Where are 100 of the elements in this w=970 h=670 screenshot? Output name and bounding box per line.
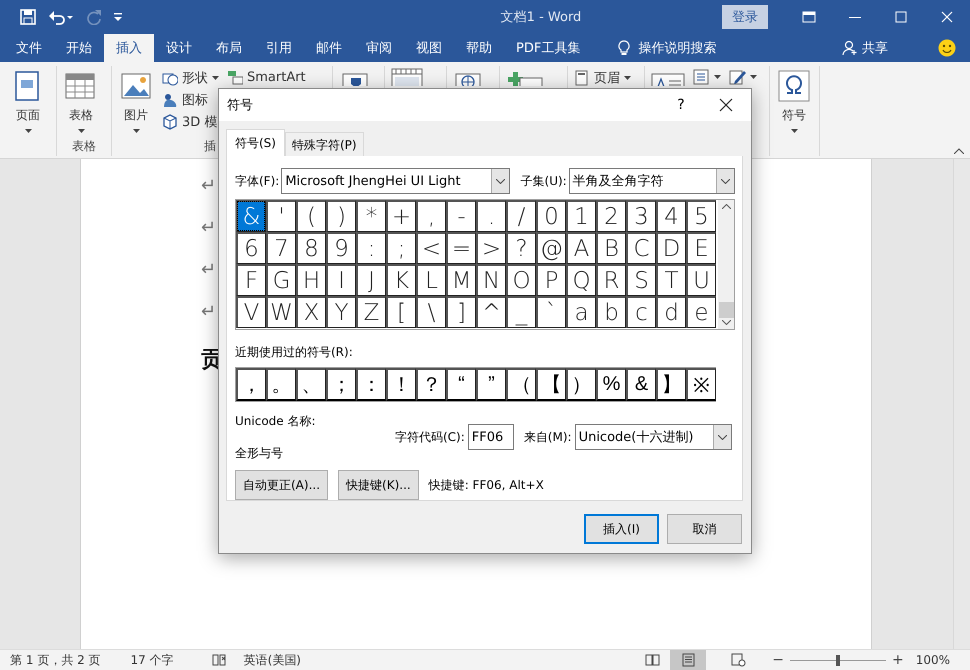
symbol-cell[interactable]: ) (326, 200, 356, 232)
zoom-percent[interactable]: 100% (916, 653, 950, 667)
recent-symbol-cell[interactable]: ， (236, 368, 266, 401)
dialog-tab[interactable]: 符号(S) (226, 129, 285, 156)
ribbon-tab[interactable]: PDF工具集 (504, 34, 592, 62)
smartart-button[interactable]: SmartArt (225, 68, 308, 86)
symbol-cell[interactable]: c (626, 296, 656, 328)
close-icon[interactable] (719, 98, 733, 112)
view-button[interactable] (670, 650, 706, 670)
recent-symbol-cell[interactable]: ※ (686, 368, 716, 401)
zoom-in-button[interactable]: + (886, 652, 910, 668)
symbol-cell[interactable]: 0 (536, 200, 566, 232)
symbol-cell[interactable]: / (506, 200, 536, 232)
symbol-cell[interactable]: ( (296, 200, 326, 232)
language-indicator[interactable]: 英语(美国) (244, 652, 634, 668)
ribbon-tab[interactable]: 邮件 (304, 34, 354, 62)
recent-symbol-cell[interactable]: “ (446, 368, 476, 401)
scroll-up-icon[interactable] (722, 204, 730, 209)
symbol-cell[interactable]: J (356, 264, 386, 296)
recent-symbol-cell[interactable]: % (596, 368, 626, 401)
symbol-cell[interactable]: [ (386, 296, 416, 328)
save-icon[interactable] (20, 9, 36, 25)
cancel-button[interactable]: 取消 (667, 514, 742, 544)
symbol-cell[interactable]: ' (266, 200, 296, 232)
symbol-cell[interactable]: 1 (566, 200, 596, 232)
dropdown[interactable]: Microsoft JhengHei UI Light (281, 168, 510, 194)
recent-symbol-cell[interactable]: ？ (416, 368, 446, 401)
ribbon-tab[interactable]: 开始 (54, 34, 104, 62)
symbol-cell[interactable]: ; (386, 232, 416, 264)
symbol-cell[interactable]: T (656, 264, 686, 296)
symbol-cell[interactable]: X (296, 296, 326, 328)
symbol-cell[interactable]: . (476, 200, 506, 232)
symbol-cell[interactable]: 5 (686, 200, 716, 232)
symbol-cell[interactable]: P (536, 264, 566, 296)
recent-symbol-cell[interactable]: ： (356, 368, 386, 401)
ribbon-tab[interactable]: 布局 (204, 34, 254, 62)
symbol-cell[interactable]: > (476, 232, 506, 264)
ribbon-tab[interactable]: 文件 (4, 34, 54, 62)
symbol-cell[interactable]: 7 (266, 232, 296, 264)
scroll-thumb[interactable] (718, 302, 734, 318)
word-count[interactable]: 17 个字 (130, 652, 174, 668)
list-button[interactable] (691, 68, 723, 86)
header-button[interactable]: 页眉 (572, 68, 633, 88)
symbol-cell[interactable]: E (686, 232, 716, 264)
symbol-cell[interactable]: W (266, 296, 296, 328)
recent-symbol-cell[interactable]: ； (326, 368, 356, 401)
zoom-out-button[interactable]: − (766, 652, 790, 668)
symbol-cell[interactable]: * (356, 200, 386, 232)
shortcut-key-button[interactable]: 快捷键(K)... (338, 470, 419, 500)
recent-symbol-cell[interactable]: （ (506, 368, 536, 401)
table-button[interactable]: 表格 (61, 68, 101, 136)
omega-button[interactable]: 符号 (774, 68, 814, 136)
symbol-cell[interactable]: Q (566, 264, 596, 296)
symbol-cell[interactable]: @ (536, 232, 566, 264)
recent-symbol-cell[interactable]: 【 (536, 368, 566, 401)
ribbon-tab[interactable]: 审阅 (354, 34, 404, 62)
symbol-cell[interactable]: L (416, 264, 446, 296)
symbol-cell[interactable]: & (236, 200, 266, 232)
symbol-cell[interactable]: b (596, 296, 626, 328)
symbol-cell[interactable]: G (266, 264, 296, 296)
zoom-slider-thumb[interactable] (836, 654, 840, 666)
ribbon-tab[interactable]: 视图 (404, 34, 454, 62)
autocorrect-button[interactable]: 自动更正(A)... (235, 470, 328, 500)
recent-symbol-cell[interactable]: ” (476, 368, 506, 401)
tell-me-search[interactable]: 操作说明搜索 (638, 39, 716, 57)
ribbon-tab[interactable]: 插入 (104, 34, 154, 62)
insert-button[interactable]: 插入(I) (584, 514, 659, 544)
symbol-cell[interactable]: a (566, 296, 596, 328)
symbol-cell[interactable]: = (446, 232, 476, 264)
symbol-cell[interactable]: \ (416, 296, 446, 328)
symbol-cell[interactable]: O (506, 264, 536, 296)
symbol-cell[interactable]: 8 (296, 232, 326, 264)
symbol-cell[interactable]: I (326, 264, 356, 296)
recent-symbol-cell[interactable]: ） (566, 368, 596, 401)
maximize-icon[interactable] (894, 10, 908, 24)
customize-icon[interactable] (114, 13, 122, 21)
symbol-cell[interactable]: ^ (476, 296, 506, 328)
symbol-cell[interactable]: ? (506, 232, 536, 264)
symbol-cell[interactable]: d (656, 296, 686, 328)
symbol-cell[interactable]: S (626, 264, 656, 296)
sign-in-button[interactable]: 登录 (722, 5, 768, 29)
symbol-cell[interactable]: D (656, 232, 686, 264)
proofing-icon[interactable] (212, 653, 226, 667)
symbol-cell[interactable]: : (356, 232, 386, 264)
symbol-cell[interactable]: B (596, 232, 626, 264)
figure-button[interactable]: 图标 (160, 90, 221, 110)
symbol-cell[interactable]: U (686, 264, 716, 296)
scroll-down-icon[interactable] (722, 320, 730, 325)
symbol-cell[interactable]: e (686, 296, 716, 328)
ribbon-tab[interactable]: 设计 (154, 34, 204, 62)
symbol-cell[interactable]: + (386, 200, 416, 232)
character-code-field[interactable]: FF06 (468, 424, 514, 450)
picture-button[interactable]: 图片 (116, 68, 156, 136)
symbol-cell[interactable]: ` (536, 296, 566, 328)
lightbulb-icon[interactable] (618, 40, 630, 56)
page-button[interactable]: 页面 (8, 68, 48, 136)
symbol-cell[interactable]: K (386, 264, 416, 296)
smiley-icon[interactable] (938, 39, 956, 57)
recent-symbol-cell[interactable]: ！ (386, 368, 416, 401)
symbol-cell[interactable]: Y (326, 296, 356, 328)
